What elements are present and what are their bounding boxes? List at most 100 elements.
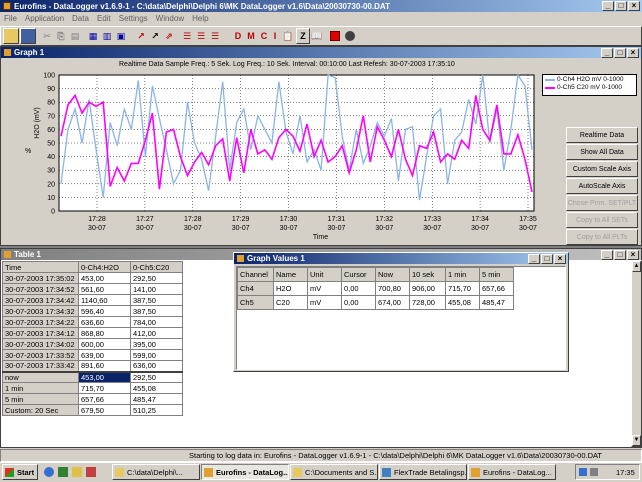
- table-cell-time[interactable]: 30-07-2003 17:34:32: [2, 305, 79, 317]
- graph-values-cell[interactable]: 0,00: [341, 295, 376, 310]
- copy-to-all-plts-button[interactable]: Copy to All PLTs: [566, 229, 638, 245]
- table-row[interactable]: 30-07-2003 17:33:42 891,60 636,00: [2, 360, 183, 372]
- autoscale-axis-button[interactable]: AutoScale Axis: [566, 178, 638, 194]
- summary-cell-value[interactable]: 292,50: [130, 370, 183, 383]
- table-maximize-button[interactable]: □: [614, 249, 626, 260]
- graph-values-cell[interactable]: 657,66: [479, 281, 514, 296]
- table-cell-value[interactable]: 561,60: [78, 283, 131, 295]
- chose-prim-set-plt-button[interactable]: Chose Prim. SET/PLT: [566, 195, 638, 211]
- graph-values-header[interactable]: Channel: [237, 267, 274, 282]
- table-header-ch5[interactable]: 0-Ch5:C20: [130, 261, 183, 273]
- table-row[interactable]: 30-07-2003 17:33:52 639,00 599,00: [2, 349, 183, 361]
- summary-cell-label[interactable]: Custom: 20 Sec: [2, 404, 79, 416]
- toolbar-d-button[interactable]: D: [232, 28, 244, 44]
- table-cell-value[interactable]: 412,00: [130, 327, 183, 339]
- table-cell-value[interactable]: 292,50: [130, 272, 183, 284]
- table-row[interactable]: 30-07-2003 17:34:52 561,60 141,00: [2, 283, 183, 295]
- graph-values-header[interactable]: 1 min: [445, 267, 480, 282]
- summary-cell-value[interactable]: 453,00: [78, 370, 131, 383]
- summary-cell-value[interactable]: 657,66: [78, 393, 131, 405]
- list-red-2-icon[interactable]: ☰: [194, 28, 208, 44]
- graph-values-header[interactable]: Now: [375, 267, 410, 282]
- custom-scale-axis-button[interactable]: Custom Scale Axis: [566, 161, 638, 177]
- table-cell-value[interactable]: 784,00: [130, 316, 183, 328]
- table-row[interactable]: 30-07-2003 17:34:02 600,00 395,00: [2, 338, 183, 350]
- graph-chart[interactable]: 0 10 20 30 40 50 60 70 80 90 100 17:28 30-07 17:27 30-…: [1, 59, 561, 245]
- taskbar-item-1[interactable]: Eurofins - DataLog...: [201, 464, 289, 480]
- summary-cell-label[interactable]: 1 min: [2, 382, 79, 394]
- list-red-3-icon[interactable]: ☰: [208, 28, 222, 44]
- table-cell-value[interactable]: 891,60: [78, 360, 131, 372]
- summary-row[interactable]: 5 min 657,66 485,47: [2, 393, 183, 405]
- table-cell-value[interactable]: 636,00: [130, 360, 183, 372]
- graph-values-cell[interactable]: H2O: [273, 281, 308, 296]
- table-header-time[interactable]: Time: [2, 261, 79, 273]
- graph-values-header[interactable]: Cursor: [341, 267, 376, 282]
- graph-maximize-button[interactable]: □: [614, 47, 626, 58]
- graph-minimize-button[interactable]: _: [601, 47, 613, 58]
- summary-cell-value[interactable]: 485,47: [130, 393, 183, 405]
- stop-icon[interactable]: [328, 28, 342, 44]
- table-cell-time[interactable]: 30-07-2003 17:34:42: [2, 294, 79, 306]
- show-all-data-button[interactable]: Show All Data: [566, 144, 638, 160]
- clipboard-icon[interactable]: 📋: [282, 28, 294, 44]
- summary-cell-label[interactable]: now: [2, 370, 79, 383]
- graph-values-header[interactable]: 5 min: [479, 267, 514, 282]
- close-button[interactable]: ×: [628, 1, 640, 11]
- values-maximize-button[interactable]: □: [541, 253, 553, 264]
- table-cell-value[interactable]: 453,00: [78, 272, 131, 284]
- realtime-data-button[interactable]: Realtime Data: [566, 127, 638, 143]
- table-cell-value[interactable]: 1140,60: [78, 294, 131, 306]
- toolbar-m-button[interactable]: M: [245, 28, 257, 44]
- quicklaunch-outlook-icon[interactable]: [72, 467, 82, 477]
- quicklaunch-ie-icon[interactable]: [44, 467, 54, 477]
- table-cell-time[interactable]: 30-07-2003 17:34:52: [2, 283, 79, 295]
- table-cell-time[interactable]: 30-07-2003 17:33:52: [2, 349, 79, 361]
- graph-values-cell[interactable]: 728,00: [409, 295, 446, 310]
- menu-settings[interactable]: Settings: [119, 14, 148, 24]
- summary-row[interactable]: 1 min 715,70 455,08: [2, 382, 183, 394]
- toolbar-i-button[interactable]: I: [270, 28, 280, 44]
- table-cell-time[interactable]: 30-07-2003 17:34:22: [2, 316, 79, 328]
- table-cell-time[interactable]: 30-07-2003 17:34:02: [2, 338, 79, 350]
- table-row[interactable]: 30-07-2003 17:34:12 868,80 412,00: [2, 327, 183, 339]
- graph-red-icon[interactable]: ↗: [134, 28, 148, 44]
- scroll-up-button[interactable]: ▲: [632, 261, 641, 272]
- graph-values-row[interactable]: Ch5 C20 mV 0,00 674,00 728,00 455,08 485,47: [237, 295, 514, 310]
- summary-cell-label[interactable]: 5 min: [2, 393, 79, 405]
- summary-cell-value[interactable]: 679,50: [78, 404, 131, 416]
- copy-icon[interactable]: ⎘: [54, 28, 68, 44]
- graph-values-cell[interactable]: 906,00: [409, 281, 446, 296]
- tray-network-icon[interactable]: [579, 468, 587, 476]
- graph-values-cell[interactable]: Ch4: [237, 281, 274, 296]
- table-cell-value[interactable]: 868,80: [78, 327, 131, 339]
- scroll-down-button[interactable]: ▼: [632, 435, 641, 446]
- table-cell-value[interactable]: 596,40: [78, 305, 131, 317]
- graph-values-cell[interactable]: 0,00: [341, 281, 376, 296]
- graph-values-cell[interactable]: Ch5: [237, 295, 274, 310]
- table-close-button[interactable]: ×: [627, 249, 639, 260]
- paste-icon[interactable]: ▤: [68, 28, 82, 44]
- tile-horizontal-icon[interactable]: ▦: [86, 28, 100, 44]
- graph-values-header[interactable]: Name: [273, 267, 308, 282]
- graph-values-cell[interactable]: 485,47: [479, 295, 514, 310]
- minimize-button[interactable]: _: [602, 1, 614, 11]
- table-cell-time[interactable]: 30-07-2003 17:35:02: [2, 272, 79, 284]
- graph-values-cell[interactable]: 674,00: [375, 295, 410, 310]
- taskbar-item-3[interactable]: FlexTrade Betalingsp...: [379, 464, 467, 480]
- table-cell-value[interactable]: 387,50: [130, 294, 183, 306]
- graph-values-cell[interactable]: mV: [307, 295, 342, 310]
- table-cell-value[interactable]: 599,00: [130, 349, 183, 361]
- table-row[interactable]: 30-07-2003 17:34:42 1140,60 387,50: [2, 294, 183, 306]
- record-icon[interactable]: [343, 28, 357, 44]
- menu-window[interactable]: Window: [156, 14, 184, 24]
- graph-close-button[interactable]: ×: [627, 47, 639, 58]
- graph-values-cell[interactable]: 715,70: [445, 281, 480, 296]
- table-row[interactable]: 30-07-2003 17:34:32 596,40 387,50: [2, 305, 183, 317]
- taskbar-item-0[interactable]: C:\data\Delphi\...: [112, 464, 200, 480]
- graph-values-header[interactable]: 10 sek: [409, 267, 446, 282]
- table-cell-value[interactable]: 636,60: [78, 316, 131, 328]
- graph-icon[interactable]: ↗: [148, 28, 162, 44]
- table-cell-value[interactable]: 600,00: [78, 338, 131, 350]
- summary-row[interactable]: now 453,00 292,50: [2, 370, 183, 383]
